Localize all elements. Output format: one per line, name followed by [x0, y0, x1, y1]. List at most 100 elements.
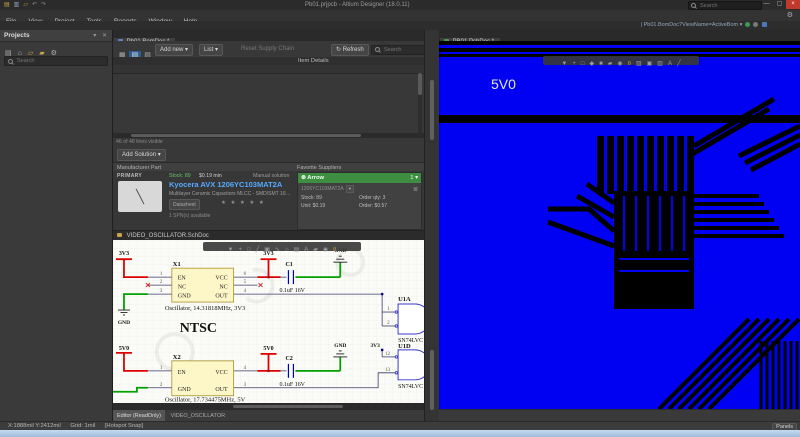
u1d-refdes[interactable]: U1D	[398, 343, 411, 350]
via-icon[interactable]: ◉	[615, 60, 625, 68]
minimize-button[interactable]: —	[760, 0, 773, 9]
undo-icon[interactable]: ↶	[30, 1, 39, 9]
pour-icon[interactable]: ▰	[311, 246, 321, 254]
refresh-button[interactable]: ↻ Refresh	[331, 44, 369, 56]
wire-icon[interactable]: ╱	[253, 246, 262, 254]
power-icon[interactable]: ⌂	[282, 246, 291, 254]
reset-supply-chain-label[interactable]: Reset Supply Chain	[241, 46, 294, 52]
sheet-icon[interactable]: ▤	[291, 246, 302, 254]
move-icon[interactable]: +	[570, 60, 579, 68]
string-icon[interactable]: A	[665, 60, 674, 68]
net-label-3v3[interactable]: 3V3	[370, 343, 380, 349]
active-view-path[interactable]: Pb01.BomDoc?ViewName=ActiveBom	[644, 22, 739, 28]
c1-value[interactable]: 0.1uF 16V	[279, 288, 305, 294]
net-label-3v3[interactable]: 3V3	[119, 251, 129, 257]
hotspot-snap: [Hotspot Snap]	[105, 423, 143, 429]
datasheet-button[interactable]: Datasheet	[169, 199, 200, 210]
manufacturer-part-card: PRIMARY Stock: 89 $0.19 min Manual solut…	[113, 171, 424, 230]
filter-icon[interactable]: ▼	[559, 60, 570, 68]
spn-available-label: 1 SPN(s) available	[169, 213, 210, 219]
x1-refdes[interactable]: X1	[173, 261, 181, 268]
bom-horizontal-scrollbar[interactable]	[113, 133, 424, 138]
compile-ok-icon[interactable]	[745, 22, 750, 27]
maximize-button[interactable]: ▢	[773, 0, 786, 9]
x1-pin-vcc: VCC	[215, 276, 227, 282]
polygon-icon[interactable]: ▰	[605, 60, 615, 68]
annotate-icon[interactable]: A	[302, 246, 311, 254]
track-icon[interactable]: ╱	[674, 60, 683, 68]
c2-value[interactable]: 0.1uF 16V	[279, 382, 305, 388]
windows-taskbar[interactable]	[0, 430, 800, 437]
plane-icon[interactable]: ▥	[655, 60, 666, 68]
open-icon[interactable]: ▱	[21, 1, 30, 9]
pcb-editor-panel: PB01.PcbDoc * 5V0	[439, 30, 800, 421]
fill-icon[interactable]: ■	[597, 60, 606, 68]
key-icon[interactable]: ¤	[331, 246, 339, 254]
titlebar-quick-icons: ▤▥▱↶↷	[2, 1, 48, 9]
part-name-link[interactable]: Kyocera AVX 1206YC103MAT2A	[169, 180, 282, 189]
svg-text:12: 12	[385, 352, 390, 357]
list-combo[interactable]: List ▾	[199, 44, 223, 56]
cart-icon[interactable]: ≣	[413, 186, 418, 193]
bom-vertical-scrollbar[interactable]	[418, 73, 422, 133]
pcb-canvas[interactable]: 5V0	[439, 41, 800, 409]
supplier-order-total: Order: $0.57	[359, 203, 419, 209]
room-icon[interactable]: ▨	[633, 60, 644, 68]
panel-header-icons[interactable]: ▾ ✕	[93, 32, 109, 39]
schematic-canvas[interactable]: X1 EN NC GND VCC NC OUT 1 2 3 6 5 4	[113, 240, 424, 403]
add-new-button[interactable]: Add new ▾	[155, 44, 193, 56]
save-icon[interactable]: ▥	[12, 1, 22, 9]
net-label-5v0[interactable]: 5V0	[263, 346, 273, 352]
net-icon[interactable]: ∿	[272, 246, 282, 254]
key-icon[interactable]: ¤	[625, 60, 633, 68]
document-icon	[762, 22, 767, 27]
bom-search[interactable]	[371, 45, 427, 55]
x2-refdes[interactable]: X2	[173, 354, 181, 361]
sync-status-icon[interactable]	[753, 22, 758, 27]
probe-icon[interactable]: ◉	[320, 246, 330, 254]
x2-pin-en: EN	[178, 370, 187, 376]
altium-designer-window: ▤▥▱↶↷ Pb01.prjpcb - Altium Designer (18.…	[0, 0, 800, 437]
pad-icon[interactable]: ◆	[587, 60, 597, 68]
c2-refdes[interactable]: C2	[285, 356, 292, 362]
bom-editor-panel: Pb01.BomDoc * ▦▤▧ Add new ▾ List ▾ Reset…	[113, 30, 424, 421]
redo-icon[interactable]: ↷	[39, 1, 48, 9]
net-label-gnd[interactable]: GND	[118, 320, 130, 326]
new-doc-icon[interactable]: ▤	[2, 1, 12, 9]
c1-refdes[interactable]: C1	[285, 262, 292, 268]
chevron-down-icon[interactable]: ▾	[740, 22, 743, 28]
gate-u1d[interactable]	[395, 350, 424, 380]
supplier-header[interactable]: ⊛ Arrow 1 ▾	[298, 173, 421, 183]
scrollbar-thumb[interactable]	[430, 80, 434, 140]
add-solution-button[interactable]: Add Solution ▾	[117, 149, 166, 161]
primary-badge: PRIMARY	[117, 173, 142, 179]
filter-icon[interactable]: ▼	[225, 246, 236, 254]
projects-search[interactable]	[4, 56, 108, 66]
junction-dot	[267, 370, 270, 373]
gate-u1a[interactable]	[395, 304, 424, 334]
move-icon[interactable]: +	[236, 246, 245, 254]
bom-toolbar: ▦▤▧ Add new ▾ List ▾ Reset Supply Chain …	[113, 41, 424, 58]
projects-search-input[interactable]	[15, 57, 99, 65]
global-search-input[interactable]	[698, 2, 757, 10]
component-icon[interactable]: ▣	[644, 60, 655, 68]
supplier-card[interactable]: ⊛ Arrow 1 ▾ 1206YC103MAT2A ▾ ≣ Stock: 89…	[297, 172, 422, 230]
global-search[interactable]	[688, 1, 762, 10]
rating-stars[interactable]: ★ ★ ★ ★ ★	[221, 200, 265, 206]
u1d-part: SN74LVC	[398, 384, 423, 390]
part-icon[interactable]: ▣	[262, 246, 273, 254]
schematic-doc-icon	[117, 233, 122, 237]
u1a-refdes[interactable]: U1A	[398, 296, 411, 303]
grid-setting: Grid: 1mil	[70, 423, 95, 429]
supplier-count-dropdown[interactable]: 1 ▾	[410, 173, 418, 183]
chevron-down-icon[interactable]: ▾	[215, 47, 218, 53]
sku-dropdown[interactable]: ▾	[346, 185, 354, 193]
net-label-5v0[interactable]: 5V0	[119, 346, 129, 352]
select-icon[interactable]: □	[578, 60, 587, 68]
scrollbar-thumb[interactable]	[430, 350, 434, 410]
select-icon[interactable]: □	[244, 246, 253, 254]
x2-pin-out: OUT	[215, 387, 228, 393]
close-button[interactable]: ×	[786, 0, 800, 9]
active-view-selector[interactable]: | Pb01.BomDoc?ViewName=ActiveBom ▾	[641, 22, 768, 28]
net-label-gnd[interactable]: GND	[334, 343, 346, 349]
